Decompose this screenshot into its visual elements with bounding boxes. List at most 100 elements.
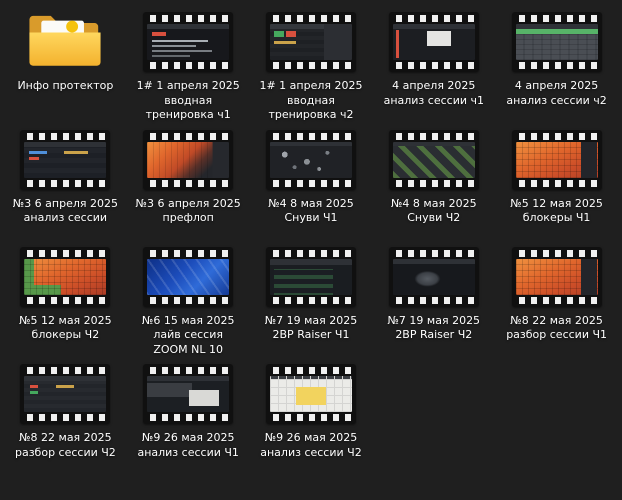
film-strip-icon <box>388 129 479 190</box>
file-item[interactable]: Инфо протектор <box>4 10 127 123</box>
item-icon-area <box>388 128 479 192</box>
item-icon-area <box>265 10 356 74</box>
item-label: №3 6 апреля 2025 анализ сессии <box>12 196 119 225</box>
item-label: 4 апреля 2025 анализ сессии ч1 <box>383 79 484 107</box>
film-strip-icon <box>511 129 602 190</box>
file-item[interactable]: №3 6 апреля 2025 префлоп <box>127 128 250 240</box>
video-thumbnail <box>269 24 352 60</box>
film-sprockets-top <box>24 132 107 140</box>
item-label: №7 19 мая 2025 2BP Raiser Ч2 <box>387 313 481 342</box>
film-sprockets-bottom <box>515 179 598 187</box>
item-label: 4 апреля 2025 анализ сессии ч2 <box>506 79 607 107</box>
file-item[interactable]: №7 19 мая 2025 2BP Raiser Ч2 <box>372 245 495 358</box>
film-strip-icon <box>265 246 356 307</box>
item-icon-area <box>265 128 356 192</box>
video-thumbnail <box>515 258 598 295</box>
film-sprockets-bottom <box>269 296 352 304</box>
file-item[interactable]: №5 12 мая 2025 блокеры Ч1 <box>495 128 618 240</box>
file-item[interactable]: №9 26 мая 2025 анализ сессии Ч1 <box>127 362 250 474</box>
item-label: №5 12 мая 2025 блокеры Ч2 <box>19 313 112 342</box>
film-sprockets-bottom <box>392 179 475 187</box>
film-sprockets-bottom <box>269 179 352 187</box>
video-thumbnail <box>147 376 230 413</box>
film-sprockets-top <box>392 249 475 257</box>
item-label: №5 12 мая 2025 блокеры Ч1 <box>510 196 603 225</box>
video-thumbnail <box>392 141 475 178</box>
file-item[interactable]: №5 12 мая 2025 блокеры Ч2 <box>4 245 127 358</box>
film-sprockets-bottom <box>392 296 475 304</box>
film-strip-icon <box>265 129 356 190</box>
film-sprockets-top <box>269 132 352 140</box>
item-icon-area <box>265 362 356 426</box>
film-strip-icon <box>265 12 356 72</box>
film-sprockets-bottom <box>147 62 230 69</box>
film-strip-icon <box>20 246 111 307</box>
file-item[interactable]: №6 15 мая 2025 лайв сессия ZOOM NL 10 <box>127 245 250 358</box>
item-icon-area <box>20 128 111 192</box>
film-strip-icon <box>511 12 602 72</box>
item-icon-area <box>143 128 234 192</box>
film-sprockets-bottom <box>515 62 598 69</box>
item-icon-area <box>511 128 602 192</box>
item-label: №9 26 мая 2025 анализ сессии Ч1 <box>137 431 239 459</box>
film-sprockets-top <box>147 249 230 257</box>
item-label: №4 8 мая 2025 Снуви Ч2 <box>390 196 477 225</box>
item-label: №4 8 мая 2025 Снуви Ч1 <box>268 196 354 225</box>
item-icon-area <box>143 245 234 309</box>
item-label: 1# 1 апреля 2025 вводная тренировка ч2 <box>259 79 363 122</box>
file-item[interactable]: №4 8 мая 2025 Снуви Ч1 <box>250 128 373 240</box>
film-strip-icon <box>20 129 111 190</box>
film-sprockets-bottom <box>392 62 475 69</box>
film-sprockets-top <box>392 132 475 140</box>
film-strip-icon <box>143 12 234 72</box>
film-sprockets-top <box>269 367 352 375</box>
video-thumbnail <box>392 24 475 60</box>
video-thumbnail <box>24 258 107 295</box>
film-sprockets-top <box>24 249 107 257</box>
file-item[interactable]: 4 апреля 2025 анализ сессии ч2 <box>495 10 618 123</box>
film-sprockets-top <box>147 367 230 375</box>
film-sprockets-top <box>147 132 230 140</box>
file-item[interactable]: №3 6 апреля 2025 анализ сессии <box>4 128 127 240</box>
file-item[interactable]: №4 8 мая 2025 Снуви Ч2 <box>372 128 495 240</box>
video-thumbnail <box>515 24 598 60</box>
film-sprockets-top <box>515 132 598 140</box>
file-item[interactable]: №9 26 мая 2025 анализ сессии Ч2 <box>250 362 373 474</box>
file-item[interactable]: №8 22 мая 2025 разбор сессии Ч2 <box>4 362 127 474</box>
item-label: №3 6 апреля 2025 префлоп <box>135 196 241 225</box>
film-sprockets-bottom <box>269 62 352 69</box>
item-icon-area <box>143 10 234 74</box>
film-strip-icon <box>143 364 234 425</box>
video-thumbnail <box>147 258 230 295</box>
film-sprockets-bottom <box>515 296 598 304</box>
item-icon-area <box>20 362 111 426</box>
film-sprockets-bottom <box>269 414 352 422</box>
file-item[interactable]: 1# 1 апреля 2025 вводная тренировка ч2 <box>250 10 373 123</box>
item-label: Инфо протектор <box>17 79 114 92</box>
item-label: №8 22 мая 2025 разбор сессии Ч1 <box>506 313 607 342</box>
file-item[interactable]: №7 19 мая 2025 2BP Raiser Ч1 <box>250 245 373 358</box>
film-strip-icon <box>265 364 356 425</box>
item-label: №9 26 мая 2025 анализ сессии Ч2 <box>260 431 362 459</box>
video-thumbnail <box>269 258 352 295</box>
video-thumbnail <box>147 141 230 178</box>
item-label: №6 15 мая 2025 лайв сессия ZOOM NL 10 <box>141 313 235 356</box>
film-sprockets-top <box>24 367 107 375</box>
video-thumbnail <box>515 141 598 178</box>
film-strip-icon <box>388 246 479 307</box>
file-item[interactable]: 1# 1 апреля 2025 вводная тренировка ч1 <box>127 10 250 123</box>
film-sprockets-bottom <box>147 296 230 304</box>
folder-icon <box>29 15 101 66</box>
video-thumbnail <box>392 258 475 295</box>
video-thumbnail <box>147 24 230 60</box>
item-label: 1# 1 апреля 2025 вводная тренировка ч1 <box>136 79 240 122</box>
item-icon-area <box>388 245 479 309</box>
film-sprockets-top <box>515 249 598 257</box>
file-item[interactable]: 4 апреля 2025 анализ сессии ч1 <box>372 10 495 123</box>
file-item[interactable]: №8 22 мая 2025 разбор сессии Ч1 <box>495 245 618 358</box>
film-sprockets-top <box>147 15 230 22</box>
film-sprockets-bottom <box>24 296 107 304</box>
video-thumbnail <box>269 376 352 413</box>
item-label: №8 22 мая 2025 разбор сессии Ч2 <box>14 431 116 459</box>
item-icon-area <box>388 10 479 74</box>
